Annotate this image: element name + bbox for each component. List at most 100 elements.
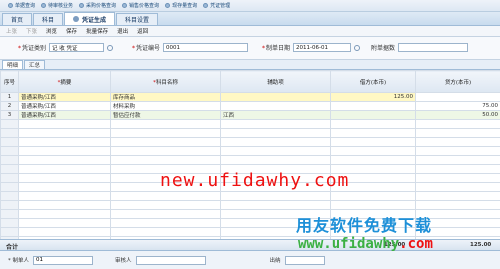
aux-cell[interactable] <box>220 92 331 102</box>
credit-cell[interactable] <box>415 173 500 183</box>
account-cell[interactable]: 材料采购 <box>110 101 221 111</box>
table-row[interactable] <box>0 155 500 165</box>
tab-detail[interactable]: 明细 <box>2 60 24 69</box>
voucher-no-input[interactable] <box>163 43 249 52</box>
col-header-account[interactable]: *科目名称 <box>110 70 221 93</box>
debit-cell[interactable] <box>330 155 416 165</box>
aux-cell[interactable] <box>220 200 331 210</box>
account-cell[interactable] <box>110 227 221 237</box>
credit-cell[interactable] <box>415 137 500 147</box>
summary-cell[interactable] <box>18 182 111 192</box>
back-button[interactable]: 返回 <box>137 27 148 35</box>
summary-cell[interactable] <box>18 218 111 228</box>
aux-cell[interactable] <box>220 128 331 138</box>
search-icon[interactable] <box>107 44 114 51</box>
credit-cell[interactable]: 50.00 <box>415 110 500 120</box>
table-row[interactable] <box>0 200 500 210</box>
credit-cell[interactable] <box>415 128 500 138</box>
prev-button[interactable]: 上张 <box>6 27 17 35</box>
col-header-aux[interactable]: 辅助项 <box>220 70 331 93</box>
account-cell[interactable] <box>110 218 221 228</box>
quick-link[interactable]: 销售价格查询 <box>122 2 159 9</box>
col-header-debit[interactable]: 借方(本币) <box>330 70 416 93</box>
aux-cell[interactable] <box>220 137 331 147</box>
tab-account-settings[interactable]: 科目设置 <box>116 13 159 25</box>
batch-save-button[interactable]: 批量保存 <box>86 27 108 35</box>
account-cell[interactable] <box>110 146 221 156</box>
table-row[interactable] <box>0 146 500 156</box>
summary-cell[interactable] <box>18 191 111 201</box>
account-cell[interactable] <box>110 119 221 129</box>
debit-cell[interactable] <box>330 146 416 156</box>
debit-cell[interactable] <box>330 200 416 210</box>
summary-cell[interactable] <box>18 173 111 183</box>
aux-cell[interactable] <box>220 119 331 129</box>
credit-cell[interactable]: 75.00 <box>415 101 500 111</box>
col-header-summary[interactable]: *摘要 <box>18 70 111 93</box>
quick-link[interactable]: 待审核业务 <box>41 2 73 9</box>
credit-cell[interactable] <box>415 92 500 102</box>
summary-cell[interactable] <box>18 155 111 165</box>
aux-cell[interactable] <box>220 146 331 156</box>
summary-cell[interactable]: 普通采购/江西 <box>18 92 111 102</box>
tab-voucher-generate[interactable]: 凭证生成 <box>64 12 116 25</box>
summary-cell[interactable]: 普通采购/江西 <box>18 101 111 111</box>
account-cell[interactable] <box>110 137 221 147</box>
aux-cell[interactable]: 江西 <box>220 110 331 120</box>
table-row[interactable]: 2 普通采购/江西 材料采购 75.00 <box>0 101 500 111</box>
summary-cell[interactable] <box>18 200 111 210</box>
next-button[interactable]: 下张 <box>26 27 37 35</box>
debit-cell[interactable] <box>330 101 416 111</box>
aux-cell[interactable] <box>220 155 331 165</box>
quick-link[interactable]: 现存量查询 <box>165 2 197 9</box>
aux-cell[interactable] <box>220 101 331 111</box>
account-cell[interactable] <box>110 191 221 201</box>
aux-cell[interactable] <box>220 191 331 201</box>
summary-cell[interactable] <box>18 146 111 156</box>
debit-cell[interactable] <box>330 191 416 201</box>
debit-cell[interactable] <box>330 110 416 120</box>
exit-button[interactable]: 退出 <box>117 27 128 35</box>
summary-cell[interactable] <box>18 137 111 147</box>
table-row[interactable]: 1 普通采购/江西 库存商品 125.00 <box>0 92 500 102</box>
browse-button[interactable]: 浏览 <box>46 27 57 35</box>
table-row[interactable] <box>0 137 500 147</box>
quick-link[interactable]: 单据查询 <box>8 2 35 9</box>
quick-link[interactable]: 采购价格查询 <box>79 2 116 9</box>
credit-cell[interactable] <box>415 182 500 192</box>
table-row[interactable] <box>0 128 500 138</box>
quick-link[interactable]: 凭证管理 <box>203 2 230 9</box>
summary-cell[interactable]: 普通采购/江西 <box>18 110 111 120</box>
summary-cell[interactable] <box>18 119 111 129</box>
credit-cell[interactable] <box>415 155 500 165</box>
credit-cell[interactable] <box>415 119 500 129</box>
voucher-type-input[interactable] <box>49 43 105 52</box>
credit-cell[interactable] <box>415 146 500 156</box>
account-cell[interactable] <box>110 155 221 165</box>
col-header-credit[interactable]: 贷方(本币) <box>415 70 500 93</box>
table-row[interactable]: 3 普通采购/江西 暂估应付款 江西 50.00 <box>0 110 500 120</box>
summary-cell[interactable] <box>18 209 111 219</box>
summary-cell[interactable] <box>18 227 111 237</box>
debit-cell[interactable] <box>330 128 416 138</box>
account-cell[interactable] <box>110 128 221 138</box>
credit-cell[interactable] <box>415 191 500 201</box>
account-cell[interactable] <box>110 200 221 210</box>
calendar-icon[interactable] <box>354 44 361 51</box>
attachments-input[interactable] <box>398 43 469 52</box>
tab-summary[interactable]: 汇总 <box>24 60 46 69</box>
poster-input[interactable] <box>284 255 325 265</box>
table-row[interactable] <box>0 191 500 201</box>
date-input[interactable] <box>293 43 352 52</box>
tab-home[interactable]: 首页 <box>2 13 33 25</box>
account-cell[interactable]: 暂估应付款 <box>110 110 221 120</box>
account-cell[interactable]: 库存商品 <box>110 92 221 102</box>
account-cell[interactable] <box>110 209 221 219</box>
maker-input[interactable] <box>33 255 94 265</box>
credit-cell[interactable] <box>415 200 500 210</box>
summary-cell[interactable] <box>18 128 111 138</box>
debit-cell[interactable]: 125.00 <box>330 92 416 102</box>
close-icon[interactable] <box>73 16 80 22</box>
reviewer-input[interactable] <box>135 255 206 265</box>
tab-account[interactable]: 科目 <box>33 13 64 25</box>
